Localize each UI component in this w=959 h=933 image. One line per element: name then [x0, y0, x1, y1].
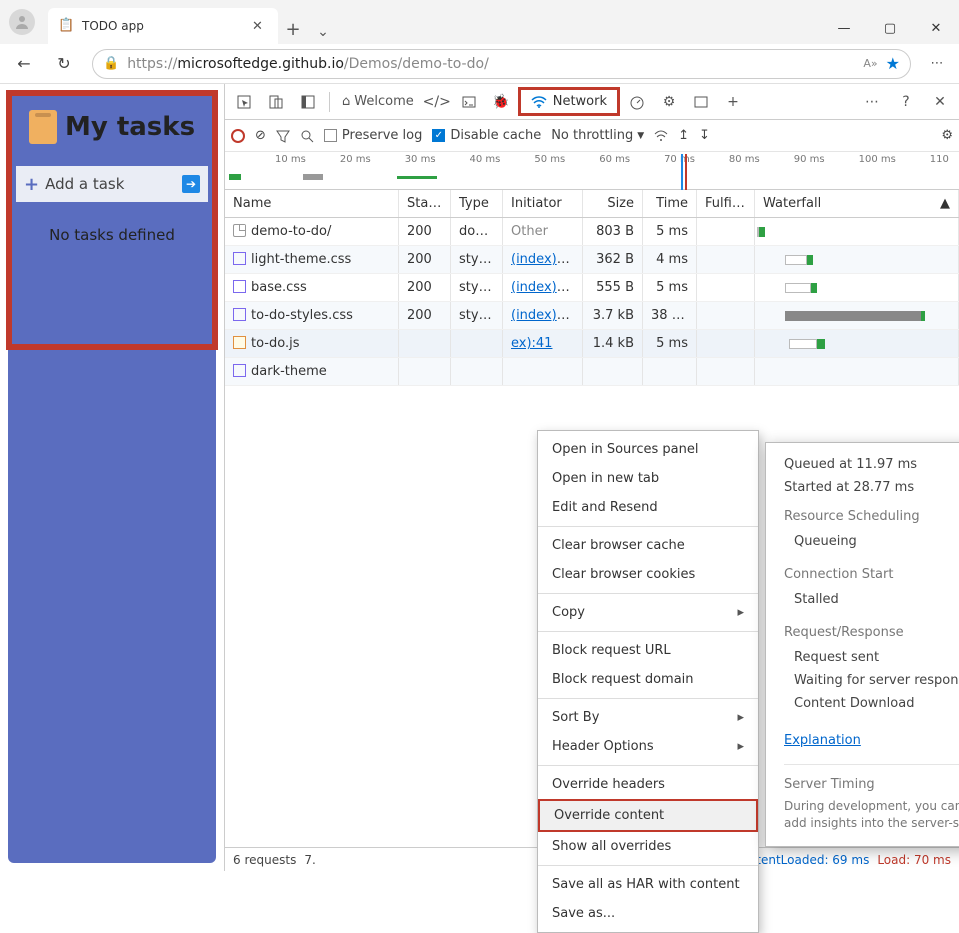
menu-item[interactable]: Edit and Resend — [538, 493, 758, 522]
table-row[interactable]: to-do-styles.css 200styles... (index):17… — [225, 302, 959, 330]
profile-button[interactable] — [0, 0, 44, 44]
devtools-panel: ⌂ Welcome </> 🐞 Network ⚙ + ⋯ ? ✕ ⊘ — [224, 84, 959, 871]
help-icon[interactable]: ? — [891, 87, 921, 117]
timing-stalled: Stalled 2.15 ms — [784, 588, 959, 611]
queued-at: Queued at 11.97 ms — [784, 457, 959, 472]
tab-actions-button[interactable]: ⌄ — [308, 24, 338, 44]
tab-title: TODO app — [82, 19, 244, 33]
table-row[interactable]: base.css 200styles... (index):16555 B 5 … — [225, 274, 959, 302]
address-bar[interactable]: 🔒 https://microsoftedge.github.io/Demos/… — [92, 49, 911, 79]
welcome-tab[interactable]: ⌂ Welcome — [336, 94, 420, 109]
menu-item[interactable]: Sort By — [538, 703, 758, 732]
table-header[interactable]: Name Status Type Initiator Size Time Ful… — [225, 190, 959, 218]
rendered-page: My tasks + Add a task ➔ No tasks defined — [0, 84, 224, 871]
menu-item[interactable]: Save as... — [538, 899, 758, 928]
timeline-overview[interactable]: 10 ms20 ms30 ms40 ms50 ms60 ms70 ms80 ms… — [225, 152, 959, 190]
search-icon[interactable] — [300, 129, 314, 143]
preserve-log-checkbox[interactable]: Preserve log — [324, 128, 422, 143]
window-minimize-button[interactable]: — — [821, 12, 867, 44]
explanation-link[interactable]: Explanation — [784, 733, 861, 748]
menu-item[interactable]: Override headers — [538, 770, 758, 799]
inspect-icon[interactable] — [229, 87, 259, 117]
menu-item[interactable]: Header Options — [538, 732, 758, 761]
timing-request-sent: Request sent 0.21 ms — [784, 646, 959, 669]
devtools-tabstrip: ⌂ Welcome </> 🐞 Network ⚙ + ⋯ ? ✕ — [225, 84, 959, 120]
home-icon: ⌂ — [342, 94, 350, 109]
window-maximize-button[interactable]: ▢ — [867, 12, 913, 44]
import-har-icon[interactable]: ↥ — [678, 128, 689, 143]
throttling-select[interactable]: No throttling▼ — [551, 128, 644, 143]
clear-icon[interactable]: ⊘ — [255, 128, 266, 143]
menu-item[interactable]: Clear browser cache — [538, 531, 758, 560]
profile-icon — [9, 9, 35, 35]
window-close-button[interactable]: ✕ — [913, 12, 959, 44]
console-tab-icon[interactable] — [454, 87, 484, 117]
record-button[interactable] — [231, 129, 245, 143]
timing-download: Content Download 0.34 ms — [784, 692, 959, 715]
menu-item[interactable]: Open in new tab — [538, 464, 758, 493]
reader-mode-icon[interactable]: A» — [863, 57, 877, 70]
menu-item[interactable]: Block request URL — [538, 636, 758, 665]
filter-icon[interactable] — [276, 129, 290, 143]
more-tabs-button[interactable]: + — [718, 87, 748, 117]
close-tab-icon[interactable]: ✕ — [252, 19, 268, 34]
menu-item[interactable]: Save all as HAR with content — [538, 870, 758, 899]
sources-tab-icon[interactable]: 🐞 — [486, 87, 516, 117]
clipboard-icon — [29, 110, 57, 144]
refresh-button[interactable]: ↻ — [46, 48, 82, 80]
menu-item[interactable]: Clear browser cookies — [538, 560, 758, 589]
toolbar: ← ↻ 🔒 https://microsoftedge.github.io/De… — [0, 44, 959, 84]
application-tab-icon[interactable] — [686, 87, 716, 117]
lock-icon: 🔒 — [103, 56, 119, 71]
menu-item[interactable]: Block request domain — [538, 665, 758, 694]
disable-cache-checkbox[interactable]: ✓Disable cache — [432, 128, 541, 143]
server-timing-note: During development, you can use the Serv… — [784, 798, 959, 832]
menu-item[interactable]: Open in Sources panel — [538, 435, 758, 464]
back-button[interactable]: ← — [6, 48, 42, 80]
new-tab-button[interactable]: + — [278, 19, 308, 44]
performance-tab-icon[interactable] — [622, 87, 652, 117]
network-conditions-icon[interactable] — [654, 130, 668, 142]
started-at: Started at 28.77 ms — [784, 480, 959, 495]
devtools-close-button[interactable]: ✕ — [925, 87, 955, 117]
network-tab[interactable]: Network — [518, 87, 620, 116]
page-icon: 📋 — [58, 18, 74, 34]
device-icon[interactable] — [261, 87, 291, 117]
window-titlebar: 📋 TODO app ✕ + ⌄ — ▢ ✕ — [0, 0, 959, 44]
table-row[interactable]: to-do.js ex):411.4 kB 5 ms — [225, 330, 959, 358]
elements-tab-icon[interactable]: </> — [422, 87, 452, 117]
table-row[interactable]: demo-to-do/ 200docu... Other803 B 5 ms — [225, 218, 959, 246]
menu-item[interactable]: Override content — [538, 799, 758, 832]
wifi-icon — [531, 96, 547, 108]
export-har-icon[interactable]: ↧ — [699, 128, 710, 143]
memory-tab-icon[interactable]: ⚙ — [654, 87, 684, 117]
menu-item[interactable]: Copy — [538, 598, 758, 627]
menu-item[interactable]: Show all overrides — [538, 832, 758, 861]
browser-tab[interactable]: 📋 TODO app ✕ — [48, 8, 278, 44]
favorite-icon[interactable]: ★ — [886, 54, 900, 73]
table-row[interactable]: dark-theme — [225, 358, 959, 386]
table-row[interactable]: light-theme.css 200styles... (index):103… — [225, 246, 959, 274]
timing-popover: Queued at 11.97 ms Started at 28.77 ms R… — [765, 442, 959, 847]
dock-icon[interactable] — [293, 87, 323, 117]
more-tools-button[interactable]: ⋯ — [857, 87, 887, 117]
timing-queueing: Queueing 16.80 ms — [784, 530, 959, 553]
network-settings-icon[interactable]: ⚙ — [941, 128, 953, 143]
timing-waiting: Waiting for server response 2.67 ms — [784, 669, 959, 692]
context-menu: Open in Sources panelOpen in new tabEdit… — [537, 430, 759, 933]
url-text: https://microsoftedge.github.io/Demos/de… — [127, 56, 855, 72]
network-toolbar: ⊘ Preserve log ✓Disable cache No throttl… — [225, 120, 959, 152]
more-menu-button[interactable]: ⋯ — [921, 56, 953, 71]
